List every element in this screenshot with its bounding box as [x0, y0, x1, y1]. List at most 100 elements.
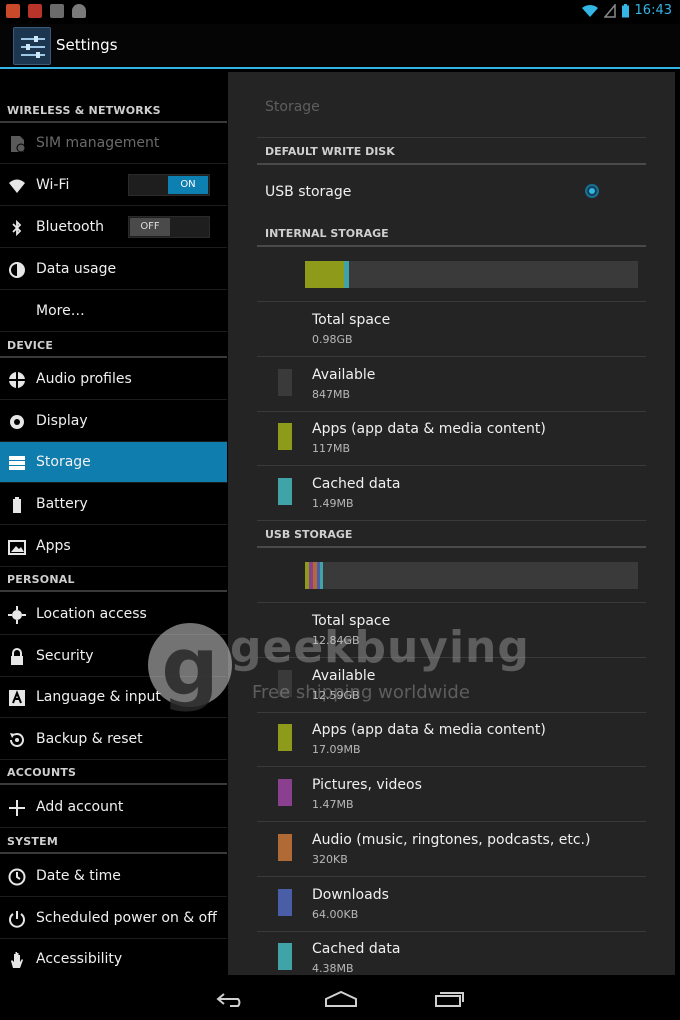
sidebar-item-label: Battery: [36, 496, 88, 512]
sidebar-item-add-account[interactable]: Add account: [0, 787, 227, 828]
section-header: USB STORAGE: [265, 528, 353, 541]
storage-row[interactable]: Available 847MB: [257, 357, 646, 412]
sidebar-item-data-usage[interactable]: Data usage: [0, 249, 227, 290]
status-bar: 16:43: [0, 0, 680, 24]
sidebar-item-sim-management[interactable]: SIM management: [0, 123, 227, 164]
recent-apps-button[interactable]: [434, 990, 466, 1008]
sidebar-item-battery[interactable]: Battery: [0, 484, 227, 525]
storage-row-value: 4.38MB: [312, 962, 354, 976]
bluetooth-toggle[interactable]: OFF: [128, 216, 210, 238]
storage-row-title: Cached data: [312, 941, 401, 958]
storage-row[interactable]: Apps (app data & media content) 117MB: [257, 411, 646, 467]
audio-profiles-icon: [9, 372, 25, 388]
storage-row[interactable]: Total space 0.98GB: [257, 302, 646, 357]
color-swatch: [278, 943, 292, 971]
internal-storage-usage-bar: [305, 261, 638, 288]
color-swatch: [278, 724, 292, 752]
section-divider: [257, 546, 646, 548]
option-label: USB storage: [265, 184, 352, 200]
plus-icon: [9, 800, 25, 816]
sidebar-item-wifi[interactable]: Wi-Fi ON: [0, 165, 227, 206]
lock-icon: [11, 648, 23, 665]
location-icon: [8, 606, 26, 624]
section-divider: [0, 590, 227, 592]
section-divider: [0, 852, 227, 854]
sidebar-item-security[interactable]: Security: [0, 636, 227, 677]
sidebar-item-label: Scheduled power on & off: [36, 910, 217, 926]
sim-card-icon: [11, 136, 26, 153]
storage-row[interactable]: Downloads 64.00KB: [257, 877, 646, 932]
storage-row[interactable]: Total space 12.84GB: [257, 603, 646, 658]
usage-segment: [305, 261, 344, 288]
sidebar-item-backup-reset[interactable]: Backup & reset: [0, 719, 227, 760]
storage-row-title: Total space: [312, 613, 391, 629]
sidebar-item-scheduled-power[interactable]: Scheduled power on & off: [0, 898, 227, 939]
color-swatch: [278, 833, 292, 861]
row-divider: [257, 520, 646, 522]
storage-row-value: 64.00KB: [312, 907, 359, 921]
storage-row[interactable]: Cached data 1.49MB: [257, 466, 646, 522]
storage-row-title: Apps (app data & media content): [312, 722, 546, 739]
notification-icons: [6, 4, 86, 18]
color-swatch: [278, 888, 292, 916]
settings-nav: WIRELESS & NETWORKS SIM management Wi-Fi…: [0, 69, 227, 980]
sidebar-item-location-access[interactable]: Location access: [0, 594, 227, 635]
scheduled-power-icon: [9, 911, 25, 928]
sidebar-item-more[interactable]: More…: [0, 291, 227, 332]
sidebar-item-label: Data usage: [36, 261, 117, 277]
settings-app-icon[interactable]: [13, 27, 51, 65]
storage-row-title: Pictures, videos: [312, 777, 422, 794]
storage-row[interactable]: Available 12.59GB: [257, 658, 646, 713]
notification-app-icon: [28, 4, 42, 18]
sidebar-item-label: Location access: [36, 606, 147, 622]
sidebar-item-label: Storage: [36, 454, 91, 470]
color-swatch: [278, 423, 292, 451]
battery-status-icon: [621, 3, 629, 17]
sidebar-item-storage[interactable]: Storage: [0, 442, 227, 483]
language-icon: [9, 690, 25, 706]
section-header: INTERNAL STORAGE: [265, 227, 389, 240]
android-debug-icon: [72, 4, 86, 18]
sidebar-item-bluetooth[interactable]: Bluetooth OFF: [0, 207, 227, 248]
nav-section-header: SYSTEM: [7, 835, 58, 848]
sidebar-item-display[interactable]: Display: [0, 401, 227, 442]
storage-icon: [9, 456, 25, 470]
storage-row-value: 320KB: [312, 852, 348, 866]
wifi-toggle[interactable]: ON: [128, 174, 210, 196]
sidebar-item-label: Backup & reset: [36, 731, 143, 747]
usage-segment: [343, 261, 349, 288]
home-button[interactable]: [325, 990, 357, 1008]
sidebar-item-label: Language & input: [36, 689, 161, 705]
color-swatch: [278, 368, 292, 396]
storage-row[interactable]: Apps (app data & media content) 17.09MB: [257, 712, 646, 768]
storage-row[interactable]: Pictures, videos 1.47MB: [257, 767, 646, 823]
app-title: Settings: [56, 36, 118, 54]
notification-app-icon: [6, 4, 20, 18]
storage-row-value: 12.84GB: [312, 634, 360, 647]
sidebar-item-label: More…: [36, 303, 85, 319]
sidebar-item-label: Security: [36, 648, 94, 664]
radio-selected[interactable]: [585, 184, 599, 198]
sidebar-item-label: Apps: [36, 538, 71, 554]
sidebar-item-audio-profiles[interactable]: Audio profiles: [0, 359, 227, 400]
data-usage-icon: [9, 262, 25, 278]
action-bar: Settings: [0, 24, 680, 68]
sidebar-item-label: SIM management: [36, 135, 160, 151]
nav-section-header: WIRELESS & NETWORKS: [7, 104, 161, 117]
usb-storage-usage-bar: [305, 562, 638, 589]
apps-icon: [8, 540, 26, 555]
hand-icon: [11, 952, 23, 968]
storage-row-title: Available: [312, 667, 376, 684]
nav-section-header: DEVICE: [7, 339, 54, 352]
back-button[interactable]: [216, 991, 246, 1007]
battery-icon: [13, 497, 21, 513]
section-divider: [0, 356, 227, 358]
section-divider: [257, 245, 646, 247]
sidebar-item-date-time[interactable]: Date & time: [0, 856, 227, 897]
sidebar-item-apps[interactable]: Apps: [0, 526, 227, 567]
sidebar-item-accessibility[interactable]: Accessibility: [0, 939, 227, 980]
clock-icon: [8, 868, 26, 886]
sidebar-item-language-input[interactable]: Language & input: [0, 677, 227, 718]
storage-row[interactable]: Audio (music, ringtones, podcasts, etc.)…: [257, 822, 646, 877]
storage-row-value: 847MB: [312, 387, 351, 401]
